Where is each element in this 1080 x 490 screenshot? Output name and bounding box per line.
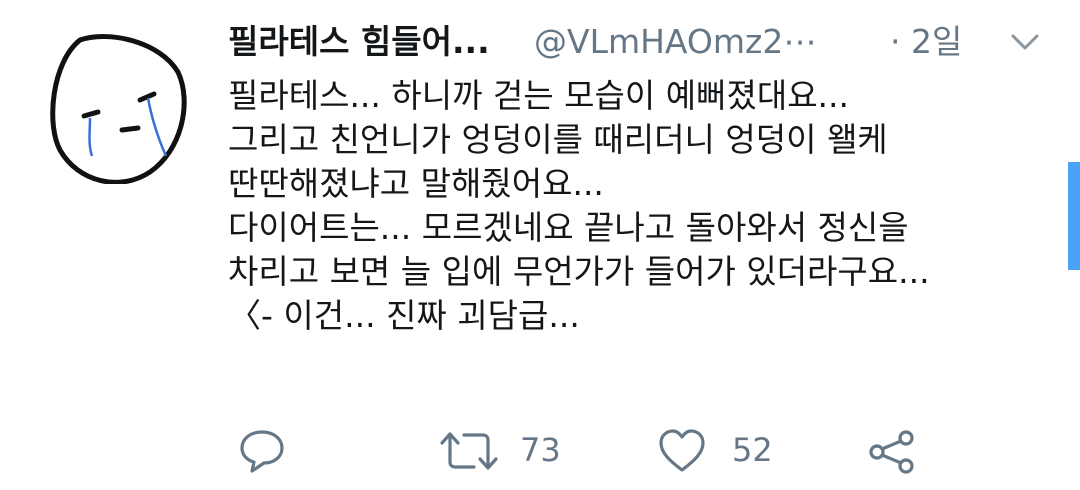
user-handle[interactable]: @VLmHAOmz2⋯ <box>534 18 816 66</box>
retweet-count: 73 <box>520 431 561 469</box>
share-icon <box>869 430 914 474</box>
crying-face-drawing <box>50 34 187 185</box>
retweet-icon <box>440 432 498 470</box>
tweet-text-line: 필라테스... 하니까 걷는 모습이 예뻐졌대요... <box>228 76 850 115</box>
avatar[interactable] <box>50 32 190 185</box>
tweet-text-line: 그리고 친언니가 엉덩이를 때리더니 엉덩이 왤케 <box>228 120 888 159</box>
tweet-text-line: 차리고 보면 늘 입에 무언가가 들어가 있더라구요... <box>228 252 930 291</box>
retweet-button[interactable]: 73 <box>438 422 588 478</box>
reply-icon <box>240 430 284 473</box>
tweet-header: 필라테스 힘들어... @VLmHAOmz2⋯ · 2일 <box>228 18 1058 68</box>
like-button[interactable]: 52 <box>656 422 806 478</box>
chevron-down-icon[interactable] <box>1008 30 1042 54</box>
heart-icon <box>659 429 705 472</box>
display-name[interactable]: 필라테스 힘들어... <box>228 18 490 66</box>
timestamp[interactable]: · 2일 <box>890 18 962 66</box>
like-count: 52 <box>732 431 773 469</box>
share-button[interactable] <box>858 422 928 478</box>
tweet-actions: 73 52 <box>228 422 988 478</box>
tweet-text-line: 〈- 이건... 진짜 괴담급... <box>228 296 580 335</box>
tweet-text-line: 다이어트는... 모르겠네요 끝나고 돌아와서 정신을 <box>228 208 909 247</box>
tweet-text-line: 딴딴해졌냐고 말해줬어요... <box>228 164 604 203</box>
scroll-indicator[interactable] <box>1068 162 1080 270</box>
reply-button[interactable] <box>228 422 308 478</box>
tweet-text: 필라테스... 하니까 걷는 모습이 예뻐졌대요... 그리고 친언니가 엉덩이… <box>228 74 1058 338</box>
